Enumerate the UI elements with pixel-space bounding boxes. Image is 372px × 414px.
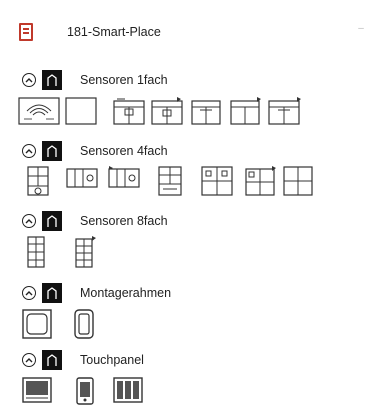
group-label: Montagerahmen bbox=[80, 286, 172, 300]
sensor-1fach-split-flag-icon[interactable] bbox=[230, 97, 262, 125]
collapse-all-icon[interactable]: – bbox=[356, 24, 366, 34]
sensor-1fach-flag-icon[interactable] bbox=[151, 97, 183, 125]
collapse-up-icon[interactable] bbox=[22, 214, 36, 228]
sensor-wave-icon[interactable] bbox=[18, 97, 60, 125]
group-sensoren-4fach[interactable]: Sensoren 4fach bbox=[22, 141, 168, 161]
sensor-4fach-grid-flag-icon[interactable] bbox=[245, 166, 277, 196]
touchpanel-portrait-icon[interactable] bbox=[76, 377, 94, 405]
touchpanel-grid-icon[interactable] bbox=[113, 377, 143, 403]
sensor-4fach-quad-icon[interactable] bbox=[283, 166, 313, 196]
folder-icon bbox=[42, 141, 62, 161]
group-sensoren-8fach[interactable]: Sensoren 8fach bbox=[22, 211, 168, 231]
collapse-up-icon[interactable] bbox=[22, 353, 36, 367]
collapse-up-icon[interactable] bbox=[22, 144, 36, 158]
folder-icon bbox=[42, 350, 62, 370]
sensor-4fach-display-icon[interactable] bbox=[157, 166, 183, 196]
group-label: Sensoren 8fach bbox=[80, 214, 168, 228]
frame-narrow-icon[interactable] bbox=[74, 309, 94, 339]
sensor-4fach-grid-icon[interactable] bbox=[201, 166, 233, 196]
library-header[interactable]: 181-Smart-Place – bbox=[14, 20, 370, 44]
book-icon bbox=[19, 23, 33, 41]
group-montagerahmen[interactable]: Montagerahmen bbox=[22, 283, 171, 303]
sensor-8fach-flag-icon[interactable] bbox=[74, 236, 98, 268]
library-title: 181-Smart-Place bbox=[67, 25, 161, 39]
group-label: Sensoren 4fach bbox=[80, 144, 168, 158]
folder-icon bbox=[42, 283, 62, 303]
group-sensoren-1fach[interactable]: Sensoren 1fach bbox=[22, 70, 168, 90]
group-label: Sensoren 1fach bbox=[80, 73, 168, 87]
collapse-up-icon[interactable] bbox=[22, 286, 36, 300]
sensor-4fach-horizontal-icon[interactable] bbox=[66, 166, 98, 190]
sensor-1fach-split-icon[interactable] bbox=[191, 97, 221, 125]
touchpanel-wide-icon[interactable] bbox=[22, 377, 52, 403]
folder-icon bbox=[42, 211, 62, 231]
folder-icon bbox=[42, 70, 62, 90]
blank-sensor-icon[interactable] bbox=[65, 97, 97, 125]
sensor-8fach-icon[interactable] bbox=[26, 236, 46, 268]
sensor-1fach-wide-flag-icon[interactable] bbox=[268, 97, 302, 125]
collapse-up-icon[interactable] bbox=[22, 73, 36, 87]
group-touchpanel[interactable]: Touchpanel bbox=[22, 350, 144, 370]
sensor-4fach-flag-icon[interactable] bbox=[108, 166, 142, 190]
sensor-4fach-vertical-icon[interactable] bbox=[26, 166, 50, 196]
frame-square-icon[interactable] bbox=[22, 309, 52, 339]
sensor-1fach-icon[interactable] bbox=[113, 97, 145, 125]
group-label: Touchpanel bbox=[80, 353, 144, 367]
